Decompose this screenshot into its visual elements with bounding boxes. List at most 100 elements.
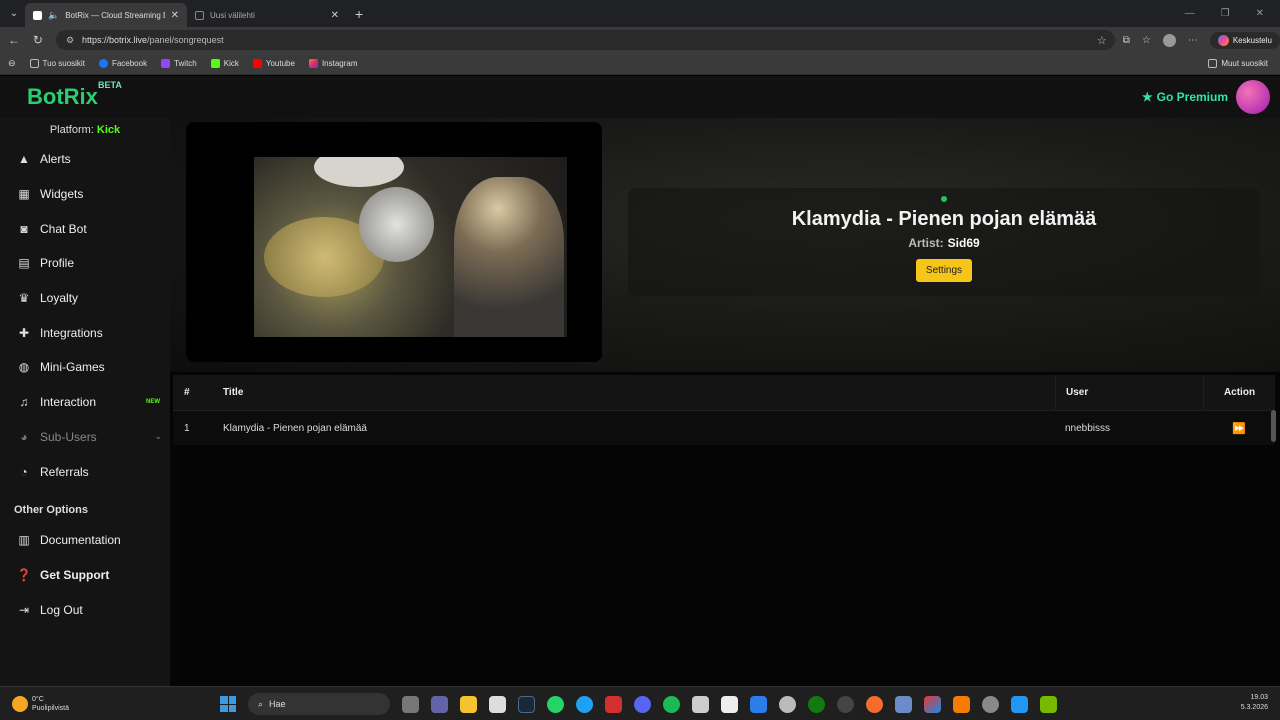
sidebar-item-label: Integrations (40, 325, 103, 340)
twitch-icon (161, 59, 171, 68)
xbox-icon[interactable] (808, 695, 825, 713)
favorite-star-icon[interactable]: ☆ (1097, 34, 1107, 47)
teams-icon[interactable] (431, 695, 448, 713)
app-red-blue-icon[interactable] (924, 695, 941, 713)
speaker-icon[interactable]: 🔈 (48, 10, 59, 21)
new-tab-plus-icon[interactable]: + (355, 6, 363, 22)
settings-button[interactable]: Settings (915, 259, 973, 282)
sidebar-item-referrals[interactable]: ◔ Referrals (0, 454, 170, 489)
sidebar-item-loyalty[interactable]: ♛ Loyalty (0, 281, 170, 316)
sidebar-item-log-out[interactable]: ⇥ Log Out (0, 592, 170, 627)
more-menu-icon[interactable]: ⋯ (1188, 35, 1198, 46)
minimize-icon[interactable]: — (1185, 8, 1195, 19)
steam-icon[interactable] (518, 695, 535, 713)
sidebar-item-get-support[interactable]: ❓ Get Support (0, 558, 170, 593)
chrome-icon[interactable] (982, 695, 999, 713)
search-placeholder: Hae (269, 699, 286, 709)
bookmark-facebook[interactable]: Facebook (98, 59, 147, 68)
tab-close-icon[interactable]: ✕ (331, 10, 339, 21)
store-icon[interactable] (489, 695, 506, 713)
sidebar-item-chat-bot[interactable]: ◙ Chat Bot (0, 211, 170, 246)
avatar[interactable] (1236, 80, 1270, 114)
restore-icon[interactable]: ❐ (1221, 8, 1230, 19)
book-icon: ▥ (18, 533, 30, 548)
window-app-icon[interactable] (1011, 695, 1028, 713)
whatsapp-icon[interactable] (547, 695, 564, 713)
task-view-icon[interactable] (402, 695, 419, 713)
window-close-icon[interactable]: ✕ (1256, 8, 1264, 19)
system-clock[interactable]: 19.03 5.3.2026 (1241, 693, 1268, 713)
robot-icon: ◙ (20, 221, 28, 236)
sidebar-item-label: Profile (40, 256, 75, 271)
bookmark-import[interactable]: Tuo suosikit (29, 59, 85, 68)
sidebar-item-interaction[interactable]: ♫ Interaction NEW (0, 385, 170, 420)
sidebar-item-documentation[interactable]: ▥ Documentation (0, 523, 170, 558)
mail-icon[interactable] (750, 695, 767, 713)
windows-start-icon[interactable] (220, 696, 236, 712)
edge-icon[interactable] (576, 695, 593, 713)
extensions-icon[interactable]: ⧉ (1123, 35, 1130, 46)
platform-value: Kick (96, 124, 121, 136)
sidebar-item-sub-users[interactable]: ◕ Sub-Users ⌄ (0, 420, 170, 455)
artist-label: Artist: (908, 236, 944, 250)
table-header: # Title User Action (173, 375, 1275, 410)
tab-new[interactable]: Uusi välilehti ✕ (187, 3, 347, 27)
users-icon: ◕ (20, 429, 28, 444)
sidebar-item-profile[interactable]: ▤ Profile (0, 246, 170, 281)
botrix-logo[interactable]: BotRix BETA (27, 80, 122, 110)
bookmark-instagram[interactable]: Instagram (308, 59, 358, 68)
sidebar-item-label: Get Support (40, 567, 110, 582)
app-gear-icon[interactable] (895, 695, 912, 713)
weather-widget[interactable]: 0°C Puolipilvistä (12, 695, 69, 713)
table-row: 1 Klamydia - Pienen pojan elämää nnebbis… (173, 410, 1275, 445)
favorites-icon[interactable]: ☆ (1142, 35, 1151, 46)
bookmarks-menu-icon[interactable]: ⊖ (8, 58, 16, 69)
site-info-icon[interactable]: ⚙ (66, 35, 74, 46)
other-options-heading: Other Options (14, 503, 88, 516)
url-field[interactable]: ⚙ https://botrix.live/panel/songrequest … (55, 30, 1115, 50)
spotify-icon[interactable] (663, 695, 680, 713)
sidebar-item-label: Widgets (40, 187, 84, 202)
sidebar-item-alerts[interactable]: ▲ Alerts (0, 142, 170, 177)
app-header: BotRix BETA ★ Go Premium (0, 76, 1280, 118)
app-icon[interactable] (692, 695, 709, 713)
playing-status-dot (941, 196, 947, 202)
reload-icon[interactable]: ↻ (26, 33, 50, 47)
bookmark-kick[interactable]: Kick (210, 59, 239, 68)
clock-date: 5.3.2026 (1240, 704, 1268, 711)
obs-icon[interactable] (837, 695, 854, 713)
bookmark-other[interactable]: Muut suosikit (1208, 59, 1268, 68)
taskbar-search[interactable]: ⌕ Hae (248, 693, 390, 715)
id-card-icon: ▤ (18, 256, 30, 271)
bookmark-youtube[interactable]: Youtube (252, 59, 295, 68)
sidebar-item-integrations[interactable]: ✚ Integrations (0, 315, 170, 350)
tab-botrix[interactable]: 🔈 BotRix — Cloud Streaming Bo ✕ (25, 3, 187, 27)
profile-icon[interactable] (1162, 33, 1176, 47)
tab-title: BotRix — Cloud Streaming Bo (65, 10, 165, 20)
bookmark-label: Muut suosikit (1221, 59, 1268, 68)
tab-list-chevron-icon[interactable]: ⌄ (3, 3, 25, 25)
vlc-icon[interactable] (953, 695, 970, 713)
file-explorer-icon[interactable] (460, 695, 477, 713)
tab-close-icon[interactable]: ✕ (171, 10, 179, 21)
sidebar-item-widgets[interactable]: ▦ Widgets (0, 177, 170, 212)
discord-icon[interactable] (634, 695, 651, 713)
scrollbar[interactable] (1271, 410, 1276, 442)
gamepad-icon: ◍ (18, 360, 30, 375)
notepad-icon[interactable] (721, 695, 738, 713)
bookmark-twitch[interactable]: Twitch (161, 59, 197, 68)
back-arrow-icon[interactable]: ← (2, 33, 26, 47)
settings-gear-icon[interactable] (779, 695, 796, 713)
sidebar-item-label: Sub-Users (40, 429, 97, 444)
skip-forward-icon[interactable]: ⏩ (1232, 422, 1246, 435)
nvidia-icon[interactable] (1040, 695, 1057, 713)
page-icon (195, 10, 204, 20)
copilot-button[interactable]: Keskustelu (1209, 31, 1280, 49)
go-premium-button[interactable]: ★ Go Premium (1142, 90, 1228, 104)
sidebar-item-mini-games[interactable]: ◍ Mini-Games (0, 350, 170, 385)
sidebar-item-label: Loyalty (40, 291, 79, 306)
video-player[interactable] (186, 122, 602, 362)
app-l-icon[interactable] (605, 695, 622, 713)
premium-label: Go Premium (1156, 90, 1228, 104)
origin-icon[interactable] (866, 695, 883, 713)
